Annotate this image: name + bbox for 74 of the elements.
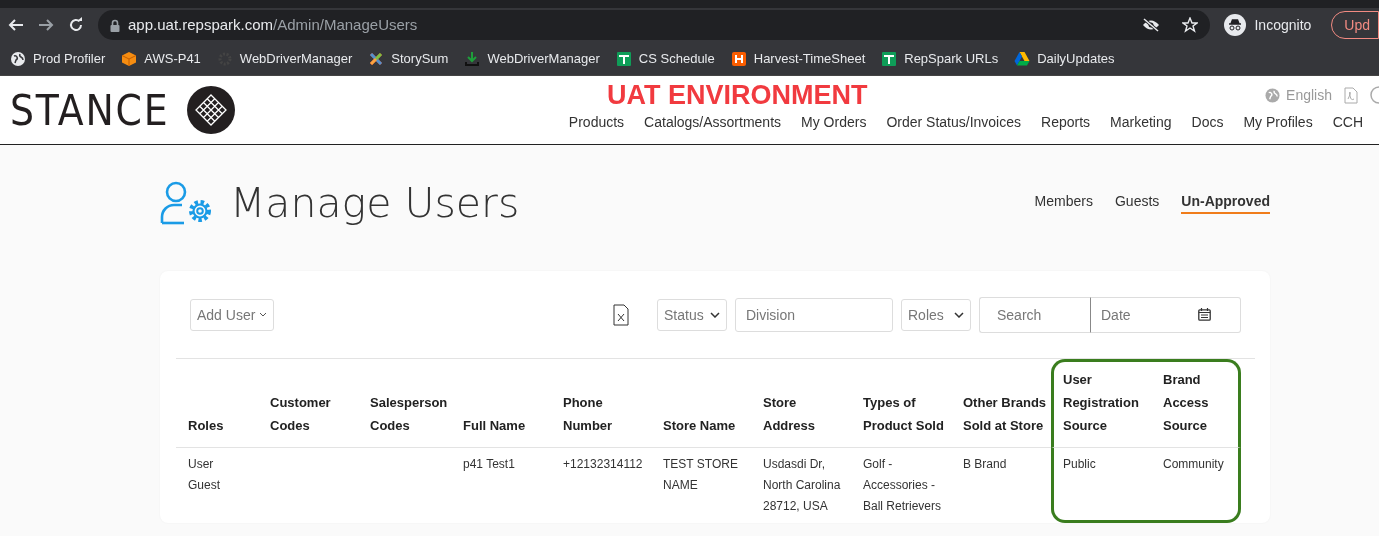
forward-button[interactable] — [38, 17, 54, 33]
column-header: Phone Number — [562, 394, 614, 435]
bookmark[interactable]: AWS-P41 — [121, 50, 201, 67]
caret-icon — [259, 312, 268, 317]
sheet-icon — [881, 50, 898, 67]
bookmark[interactable]: RepSpark URLs — [881, 50, 999, 67]
globe-icon — [1265, 87, 1281, 103]
bookmark[interactable]: Prod Profiler — [10, 50, 106, 67]
excel-file-icon[interactable] — [613, 303, 629, 326]
nav-link[interactable]: Marketing — [1110, 114, 1172, 130]
nav-link[interactable]: My Profiles — [1243, 114, 1313, 130]
eye-slash-icon[interactable] — [1142, 18, 1161, 32]
column-header: Customer Codes — [269, 394, 332, 435]
cube-icon — [121, 50, 138, 67]
tab[interactable]: Members — [1034, 192, 1093, 214]
address-bar[interactable]: app.uat.repspark.com/Admin/ManageUsers — [98, 10, 1211, 40]
column-header: Other Brands Sold at Store — [962, 394, 1048, 435]
table-cell: +12132314112 — [551, 447, 651, 523]
table-cell: Golf - Accessories - Ball Retrievers — [851, 447, 951, 523]
division-field[interactable]: Division — [735, 297, 893, 332]
date-field[interactable]: Date — [1091, 296, 1241, 333]
table-cell: TEST STORE NAME — [651, 447, 751, 523]
sheet-icon — [615, 50, 632, 67]
tab[interactable]: Guests — [1114, 192, 1160, 214]
back-button[interactable] — [8, 17, 24, 33]
globe-icon — [10, 50, 26, 67]
logo-icon[interactable] — [187, 86, 236, 134]
caret-icon — [954, 311, 964, 318]
table-cell: Community — [1151, 447, 1241, 523]
page-title: Manage Users — [230, 179, 520, 227]
profile-label: Incognito — [1254, 17, 1312, 33]
harvest-icon — [730, 50, 747, 67]
table-cell: Usdasdi Dr, North Carolina 28712, USA — [751, 447, 851, 523]
bookmark[interactable]: WebDriverManager — [216, 50, 353, 67]
table-cell: p41 Test1 — [451, 447, 551, 523]
drive-icon — [1014, 50, 1031, 67]
column-header: Store Address — [762, 394, 817, 435]
add-user-dropdown[interactable]: Add User — [190, 298, 275, 331]
table-cell: User Guest — [176, 447, 258, 523]
environment-label: UAT ENVIRONMENT — [607, 79, 868, 111]
roles-select[interactable]: Roles — [901, 298, 971, 331]
bookmark[interactable]: WebDriverManager — [464, 50, 600, 67]
bookmark[interactable]: Harvest-TimeSheet — [730, 50, 866, 67]
incognito-icon[interactable] — [1224, 14, 1247, 36]
column-header: User Registration Source — [1051, 359, 1151, 447]
star-icon[interactable] — [1182, 17, 1199, 33]
column-header: Salesperson Codes — [369, 394, 449, 435]
table-cell: Public — [1051, 447, 1151, 523]
nav-link[interactable]: My Orders — [801, 114, 867, 130]
lock-icon — [110, 18, 120, 32]
nav-link[interactable]: CCH — [1332, 114, 1363, 130]
table-cell: B Brand — [951, 447, 1051, 523]
bookmark[interactable]: CS Schedule — [615, 50, 715, 67]
column-header: Types of Product Sold — [862, 394, 945, 435]
column-header: Brand Access Source — [1151, 359, 1241, 447]
caret-icon — [710, 311, 720, 318]
nav-link[interactable]: Catalogs/Assortments — [644, 114, 782, 130]
nav-link[interactable]: Order Status/Invoices — [886, 114, 1021, 130]
nav-link[interactable]: Docs — [1191, 114, 1224, 130]
reload-button[interactable] — [68, 17, 84, 33]
bookmark[interactable]: DailyUpdates — [1014, 50, 1115, 67]
download-icon — [464, 50, 481, 67]
nav-link[interactable]: Products — [568, 114, 625, 130]
status-select[interactable]: Status — [657, 298, 727, 331]
column-header: Roles — [187, 417, 225, 435]
logo-text[interactable]: STANCE — [10, 85, 170, 135]
nav-link[interactable]: Reports — [1041, 114, 1091, 130]
column-header: Full Name — [462, 417, 527, 435]
tab[interactable]: Un-Approved — [1181, 192, 1270, 214]
url-text: app.uat.repspark.com/Admin/ManageUsers — [128, 16, 418, 34]
joomla-icon — [368, 50, 385, 67]
search-field[interactable]: Search — [979, 296, 1091, 333]
column-header: Store Name — [662, 417, 737, 435]
bookmark[interactable]: StorySum — [368, 50, 449, 67]
